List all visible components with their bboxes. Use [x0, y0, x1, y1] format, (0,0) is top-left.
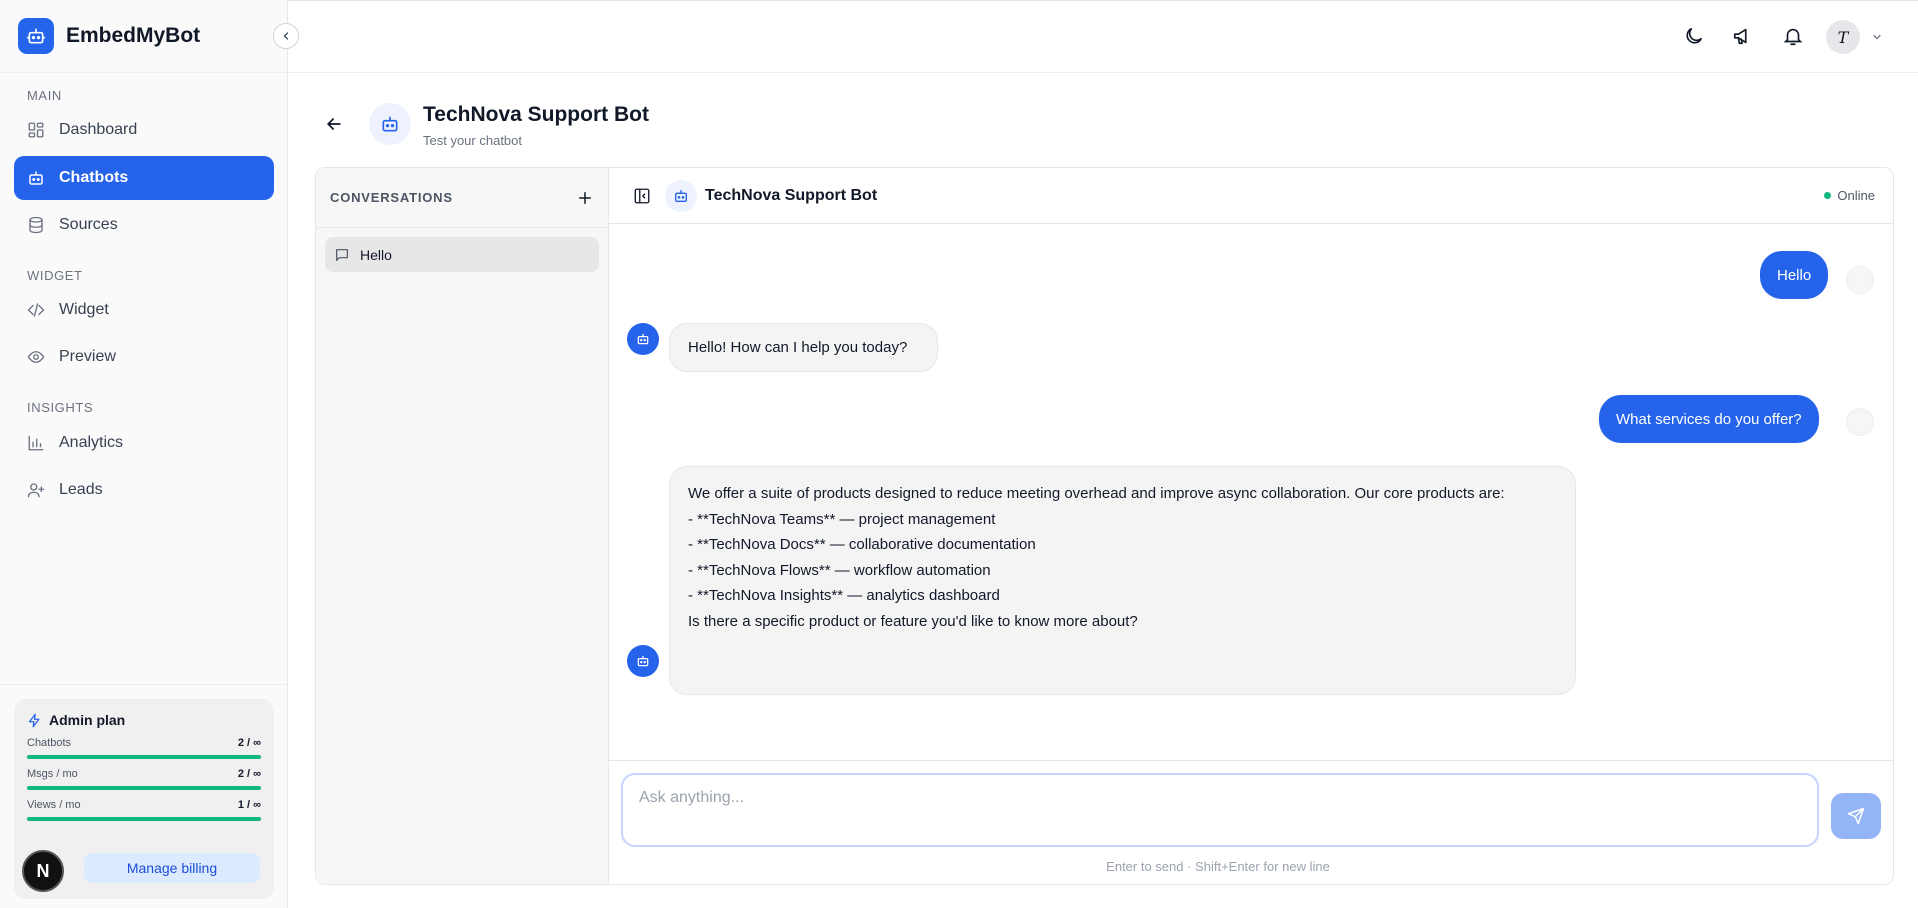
message-line: - **TechNova Insights** — analytics dash… — [688, 587, 1000, 604]
database-icon — [29, 216, 43, 234]
moon-icon[interactable] — [1683, 25, 1705, 47]
user-avatar-small — [1846, 408, 1874, 436]
sidebar-item-label: Dashboard — [59, 121, 138, 138]
chat-header: TechNova Support Bot Online — [609, 168, 1893, 224]
bot-avatar — [627, 645, 659, 677]
topbar — [288, 0, 1918, 73]
back-arrow-icon[interactable] — [324, 114, 344, 134]
usage-label: Msgs / mo — [27, 768, 78, 780]
page-subtitle: Test your chatbot — [423, 133, 522, 148]
sidebar-item-analytics[interactable]: Analytics — [14, 421, 274, 465]
user-message: Hello — [1760, 251, 1829, 299]
bot-icon — [18, 18, 54, 54]
sidebar-item-preview[interactable]: Preview — [14, 335, 274, 379]
usage-row-views: Views / mo 1 / ∞ — [27, 799, 261, 821]
section-main: MAIN — [27, 88, 62, 103]
input-hint: Enter to send · Shift+Enter for new line — [1106, 859, 1330, 874]
usage-value: 2 / ∞ — [237, 737, 261, 749]
grid-icon — [28, 122, 44, 138]
collapse-sidebar-button[interactable] — [273, 23, 299, 49]
status-text: Online — [1837, 188, 1875, 203]
status-badge: Online — [1824, 188, 1875, 203]
bot-avatar — [627, 323, 659, 355]
bot-icon — [637, 655, 649, 667]
bot-icon — [369, 103, 411, 145]
dev-badge[interactable]: N — [22, 850, 64, 892]
bot-icon — [29, 171, 43, 185]
bot-message: We offer a suite of products designed to… — [669, 466, 1576, 695]
divider — [0, 684, 288, 685]
bell-icon[interactable] — [1782, 25, 1804, 47]
section-insights: INSIGHTS — [27, 400, 94, 415]
sidebar-item-label: Preview — [59, 348, 116, 365]
megaphone-icon[interactable] — [1732, 25, 1754, 47]
usage-label: Chatbots — [27, 737, 72, 749]
conversation-item[interactable]: Hello — [325, 237, 599, 272]
usage-bar — [27, 817, 261, 821]
eye-icon — [27, 351, 45, 363]
sidebar-item-label: Analytics — [59, 434, 124, 451]
page-title: TechNova Support Bot — [423, 103, 649, 126]
section-widget: WIDGET — [27, 268, 83, 283]
send-icon — [1847, 807, 1865, 825]
usage-label: Views / mo — [27, 799, 81, 811]
sidebar-item-dashboard[interactable]: Dashboard — [14, 108, 274, 152]
plan-title: Admin plan — [27, 712, 261, 728]
usage-bar — [27, 755, 261, 759]
sidebar-item-chatbots[interactable]: Chatbots — [14, 156, 274, 200]
message-line: - **TechNova Docs** — collaborative docu… — [688, 536, 1036, 553]
chevron-left-icon — [283, 32, 289, 40]
user-plus-icon — [27, 483, 45, 498]
message-input[interactable] — [621, 773, 1819, 847]
conversation-label: Hello — [360, 246, 392, 263]
user-message: What services do you offer? — [1599, 395, 1819, 443]
conversations-header: CONVERSATIONS — [316, 168, 608, 228]
manage-billing-button[interactable]: Manage billing — [84, 853, 260, 883]
code-icon — [27, 303, 45, 317]
conversations-panel: CONVERSATIONS Hello — [316, 168, 609, 884]
usage-bar-fill — [27, 755, 261, 759]
user-avatar-small — [1846, 266, 1874, 294]
chat-panel: CONVERSATIONS Hello TechNova Support Bot… — [315, 167, 1894, 885]
brand[interactable]: EmbedMyBot — [0, 0, 287, 73]
usage-bar-fill — [27, 817, 261, 821]
sidebar-item-label: Widget — [59, 301, 109, 318]
sidebar-item-sources[interactable]: Sources — [14, 203, 274, 247]
conversations-heading: CONVERSATIONS — [330, 190, 453, 205]
usage-row-chatbots: Chatbots 2 / ∞ — [27, 737, 261, 759]
usage-bar — [27, 786, 261, 790]
chat-bot-name: TechNova Support Bot — [705, 186, 878, 204]
sidebar: EmbedMyBot MAIN Dashboard Chatbots Sourc… — [0, 0, 299, 908]
chevron-down-icon[interactable] — [1871, 31, 1883, 43]
bot-icon — [665, 179, 697, 212]
message-line: We offer a suite of products designed to… — [688, 485, 1505, 502]
sidebar-item-label: Leads — [59, 481, 103, 498]
usage-bar-fill — [27, 786, 261, 790]
plan-title-text: Admin plan — [49, 712, 126, 728]
brand-name: EmbedMyBot — [66, 24, 201, 47]
status-dot — [1824, 192, 1832, 199]
bar-chart-icon — [28, 435, 44, 451]
usage-row-messages: Msgs / mo 2 / ∞ — [27, 768, 261, 790]
message-line: - **TechNova Teams** — project managemen… — [688, 510, 996, 528]
message-line: Is there a specific product or feature y… — [688, 612, 1138, 630]
bot-message: Hello! How can I help you today? — [669, 323, 938, 372]
message-square-icon — [336, 248, 348, 261]
composer: Enter to send · Shift+Enter for new line — [609, 760, 1893, 884]
sidebar-item-label: Chatbots — [59, 169, 129, 186]
panel-toggle-icon[interactable] — [633, 187, 651, 205]
plus-icon[interactable] — [576, 189, 594, 207]
user-avatar[interactable]: T — [1826, 20, 1860, 54]
send-button[interactable] — [1831, 793, 1881, 839]
usage-value: 1 / ∞ — [237, 799, 261, 811]
bot-icon — [637, 333, 649, 345]
sidebar-item-label: Sources — [59, 216, 118, 233]
message-line: - **TechNova Flows** — workflow automati… — [688, 561, 991, 579]
sidebar-item-widget[interactable]: Widget — [14, 288, 274, 332]
sidebar-item-leads[interactable]: Leads — [14, 468, 274, 512]
usage-value: 2 / ∞ — [237, 768, 261, 780]
lightning-icon — [28, 713, 40, 727]
